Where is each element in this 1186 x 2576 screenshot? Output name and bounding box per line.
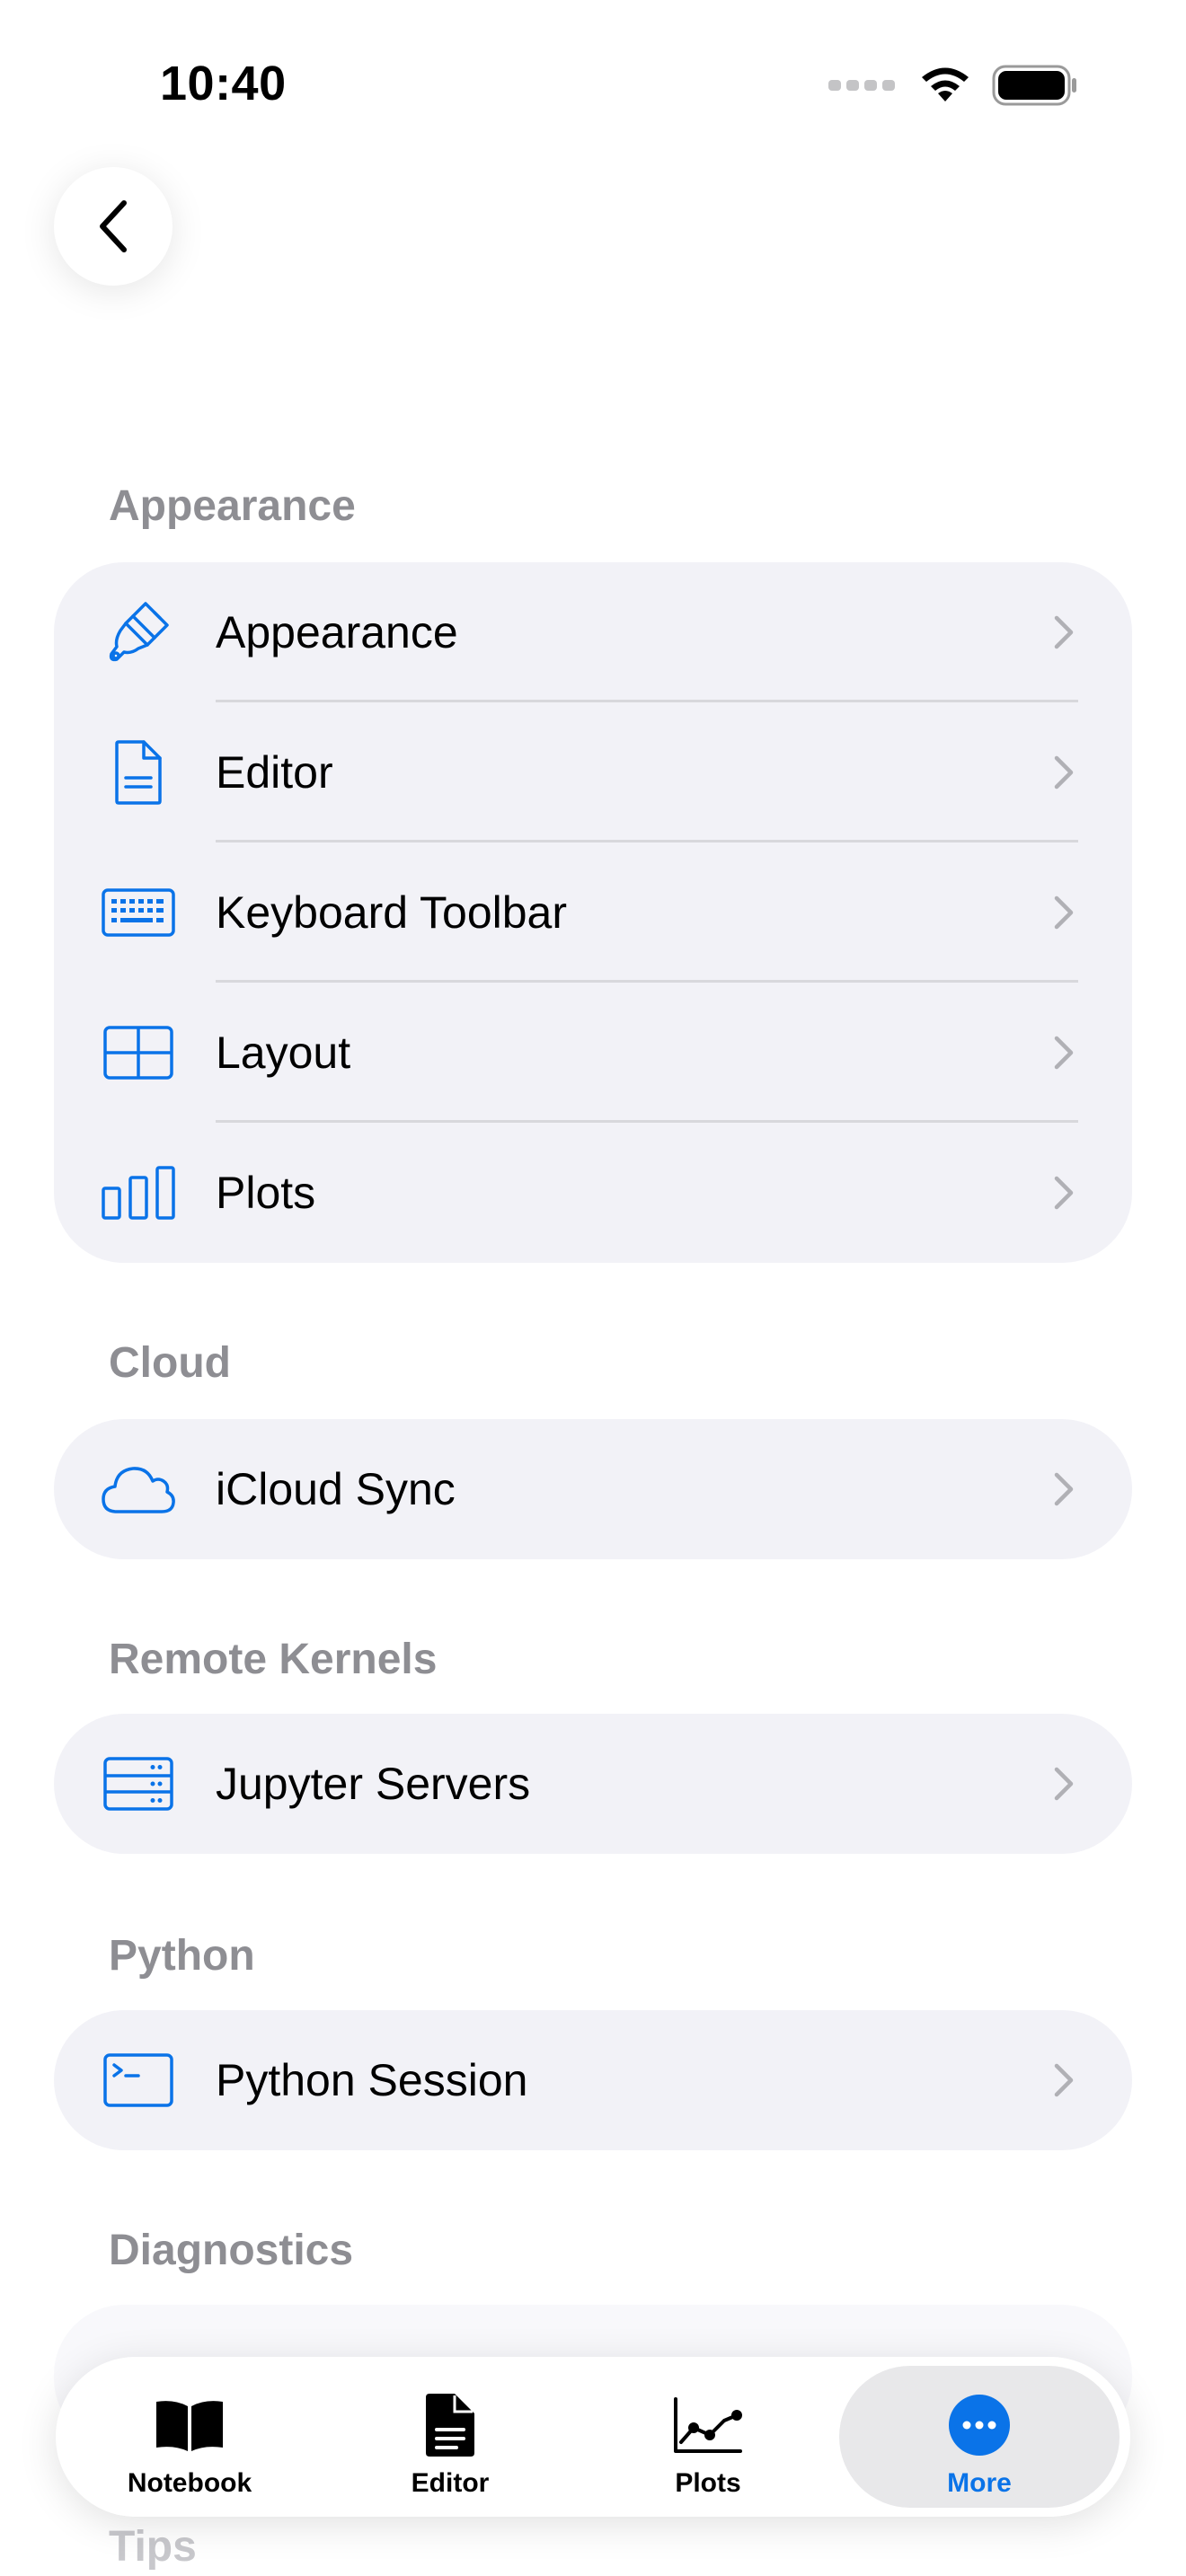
cloud-icon	[101, 1451, 176, 1527]
row-label: iCloud Sync	[216, 1464, 456, 1514]
python-group: Python Session	[54, 2010, 1132, 2150]
row-label: Layout	[216, 1028, 351, 1078]
row-label: Keyboard Toolbar	[216, 887, 568, 938]
tab-plots[interactable]: Plots	[580, 2366, 836, 2508]
row-jupyter-servers[interactable]: Jupyter Servers	[54, 1714, 1132, 1854]
row-python-session[interactable]: Python Session	[54, 2010, 1132, 2150]
row-editor[interactable]: Editor	[54, 702, 1132, 842]
wifi-icon	[922, 67, 969, 101]
tab-more[interactable]: More	[839, 2366, 1120, 2508]
line-chart-icon	[672, 2393, 744, 2457]
book-icon	[153, 2393, 226, 2457]
server-icon	[101, 1746, 176, 1822]
paintbrush-icon	[101, 595, 176, 670]
row-appearance[interactable]: Appearance	[54, 562, 1132, 702]
status-indicators	[828, 65, 1078, 106]
remote-kernels-group: Jupyter Servers	[54, 1714, 1132, 1854]
row-keyboard-toolbar[interactable]: Keyboard Toolbar	[54, 842, 1132, 983]
keyboard-icon	[101, 875, 176, 950]
section-header-diagnostics: Diagnostics	[109, 2227, 354, 2274]
back-button[interactable]	[54, 167, 173, 286]
chevron-right-icon	[1054, 1036, 1074, 1070]
cloud-group: iCloud Sync	[54, 1419, 1132, 1559]
row-plots[interactable]: Plots	[54, 1123, 1132, 1263]
cellular-signal-icon	[828, 80, 895, 91]
document-icon	[101, 735, 176, 810]
chevron-right-icon	[1054, 1472, 1074, 1506]
tab-label: More	[947, 2468, 1012, 2498]
layout-grid-icon	[101, 1015, 176, 1090]
tab-label: Editor	[411, 2468, 490, 2498]
row-layout[interactable]: Layout	[54, 983, 1132, 1123]
tab-notebook[interactable]: Notebook	[61, 2366, 318, 2508]
row-icloud-sync[interactable]: iCloud Sync	[54, 1419, 1132, 1559]
terminal-icon	[101, 2042, 176, 2118]
section-header-tips: Tips	[109, 2523, 197, 2571]
document-fill-icon	[424, 2393, 476, 2457]
row-label: Plots	[216, 1168, 316, 1218]
chevron-right-icon	[1054, 615, 1074, 649]
bar-chart-icon	[101, 1155, 176, 1231]
row-label: Editor	[216, 747, 333, 798]
section-header-appearance: Appearance	[109, 482, 356, 530]
ellipsis-circle-icon	[947, 2393, 1012, 2457]
chevron-right-icon	[1054, 1767, 1074, 1801]
row-label: Python Session	[216, 2055, 528, 2105]
section-header-python: Python	[109, 1932, 255, 1980]
settings-screen: 10:40 Appearance Appearance Editor Keybo…	[0, 0, 1186, 2576]
tab-label: Notebook	[127, 2468, 252, 2498]
tab-editor[interactable]: Editor	[322, 2366, 579, 2508]
chevron-right-icon	[1054, 895, 1074, 930]
status-time: 10:40	[160, 57, 287, 110]
tab-bar: Notebook Editor Plots More	[56, 2357, 1130, 2517]
section-header-cloud: Cloud	[109, 1339, 231, 1387]
chevron-right-icon	[1054, 1176, 1074, 1210]
chevron-right-icon	[1054, 755, 1074, 790]
chevron-left-icon	[100, 200, 127, 252]
battery-icon	[992, 65, 1076, 106]
row-label: Jupyter Servers	[216, 1759, 531, 1809]
appearance-group: Appearance Editor Keyboard Toolbar Layou…	[54, 562, 1132, 1263]
chevron-right-icon	[1054, 2063, 1074, 2097]
tab-label: Plots	[675, 2468, 741, 2498]
row-label: Appearance	[216, 607, 458, 657]
section-header-remote-kernels: Remote Kernels	[109, 1636, 438, 1683]
